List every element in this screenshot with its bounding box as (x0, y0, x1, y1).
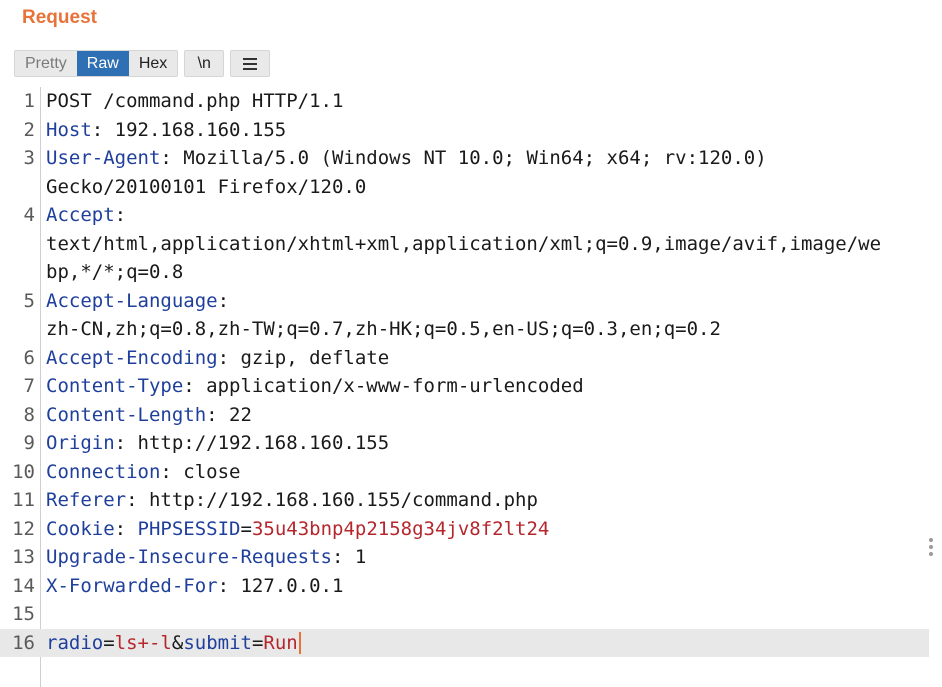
body-param-name: radio (46, 631, 104, 654)
header-value: : http://192.168.160.155 (114, 432, 390, 454)
header-name: Origin (46, 432, 115, 454)
header-value: : http://192.168.160.155/command.php (126, 489, 538, 511)
body-equals: = (103, 631, 115, 654)
header-name: Content-Type (46, 375, 184, 397)
view-mode-tabs: Pretty Raw Hex (14, 50, 179, 77)
cookie-name: PHPSESSID (137, 517, 241, 540)
line-number: 2 (23, 118, 35, 141)
editor-line-wrap: zh-CN,zh;q=0.8,zh-TW;q=0.7,zh-HK;q=0.5,e… (0, 315, 942, 344)
header-separator: : (114, 517, 138, 540)
line-number: 13 (12, 546, 35, 568)
header-value-wrap: bp,*/*;q=0.8 (46, 261, 184, 283)
line-number: 3 (23, 147, 35, 169)
editor-line-wrap: bp,*/*;q=0.8 (0, 258, 942, 287)
header-value: : close (160, 460, 241, 483)
header-name: Accept-Encoding (46, 346, 218, 369)
line-number: 16 (12, 631, 35, 654)
cookie-value: 35u43bnp4p2158g34jv8f2lt24 (251, 517, 550, 540)
editor-line: 10 Connection: close (0, 458, 942, 487)
tab-hex[interactable]: Hex (128, 51, 178, 76)
line-number: 1 (23, 90, 35, 112)
request-editor[interactable]: 1 POST /command.php HTTP/1.1 2 Host: 192… (0, 87, 942, 687)
line-number: 9 (23, 432, 35, 454)
editor-line-wrap: Gecko/20100101 Firefox/120.0 (0, 173, 942, 202)
cookie-equals: = (240, 517, 252, 540)
header-name: Connection (46, 460, 161, 483)
line-number: 15 (12, 603, 35, 625)
body-ampersand: & (171, 631, 184, 654)
header-name: User-Agent (46, 147, 161, 169)
header-value: : gzip, deflate (217, 346, 390, 369)
header-name: Cookie (46, 517, 115, 540)
editor-line-current[interactable]: 16 radio=ls+-l&submit=Run (0, 628, 929, 657)
editor-line: 5 Accept-Language: (0, 287, 942, 316)
line-number: 10 (12, 460, 35, 483)
header-value: : 1 (331, 546, 367, 568)
line-number: 11 (12, 489, 35, 511)
header-name: Host (46, 118, 92, 141)
tab-pretty[interactable]: Pretty (15, 51, 77, 76)
line-number: 7 (23, 375, 35, 397)
body-param-name: submit (183, 631, 252, 654)
text-caret (298, 632, 301, 654)
header-value-wrap: Gecko/20100101 Firefox/120.0 (46, 175, 367, 198)
header-value: : application/x-www-form-urlencoded (183, 375, 584, 397)
header-name: Upgrade-Insecure-Requests (46, 546, 332, 568)
line-number: 6 (23, 346, 35, 369)
body-param-value: Run (263, 631, 298, 654)
editor-line: 15 (0, 600, 942, 629)
header-value: : (217, 289, 230, 312)
editor-line: 8 Content-Length: 22 (0, 401, 942, 430)
line-number: 14 (12, 574, 35, 597)
header-value-wrap: zh-CN,zh;q=0.8,zh-TW;q=0.7,zh-HK;q=0.5,e… (46, 318, 721, 340)
body-param-value: ls+-l (114, 631, 172, 654)
show-newlines-button[interactable]: \n (184, 50, 225, 77)
editor-line-wrap: text/html,application/xhtml+xml,applicat… (0, 230, 942, 259)
header-value: : Mozilla/5.0 (Windows NT 10.0; Win64; x… (160, 147, 767, 169)
editor-line: 12 Cookie: PHPSESSID=35u43bnp4p2158g34jv… (0, 515, 942, 544)
editor-line: 6 Accept-Encoding: gzip, deflate (0, 344, 942, 373)
header-name: Accept (46, 204, 115, 226)
line-number: 5 (23, 289, 35, 312)
header-value: : (114, 204, 127, 226)
header-name: Accept-Language (46, 289, 218, 312)
editor-line: 9 Origin: http://192.168.160.155 (0, 429, 942, 458)
header-value: : 192.168.160.155 (91, 118, 287, 141)
hamburger-menu-icon (243, 55, 258, 73)
line-number: 8 (23, 403, 35, 426)
view-toolbar: Pretty Raw Hex \n (14, 50, 271, 77)
line-number: 4 (23, 204, 35, 226)
editor-line: 3 User-Agent: Mozilla/5.0 (Windows NT 10… (0, 144, 942, 173)
header-name: Referer (46, 489, 127, 511)
editor-line: 4 Accept: (0, 201, 942, 230)
panel-title: Request (22, 7, 97, 28)
editor-line: 1 POST /command.php HTTP/1.1 (0, 87, 942, 116)
tab-raw[interactable]: Raw (76, 51, 129, 76)
header-name: Content-Length (46, 403, 207, 426)
request-line: POST /command.php HTTP/1.1 (46, 90, 344, 112)
editor-line: 2 Host: 192.168.160.155 (0, 116, 942, 145)
body-equals: = (251, 631, 264, 654)
panel-resize-handle[interactable] (929, 535, 935, 559)
options-menu-button[interactable] (230, 50, 271, 77)
line-number: 12 (12, 517, 35, 540)
header-name: X-Forwarded-For (46, 574, 218, 597)
editor-line: 7 Content-Type: application/x-www-form-u… (0, 372, 942, 401)
editor-line: 13 Upgrade-Insecure-Requests: 1 (0, 543, 942, 572)
editor-line: 11 Referer: http://192.168.160.155/comma… (0, 486, 942, 515)
editor-line: 14 X-Forwarded-For: 127.0.0.1 (0, 572, 942, 601)
header-value: : 22 (206, 403, 252, 426)
header-value: : 127.0.0.1 (217, 574, 344, 597)
header-value-wrap: text/html,application/xhtml+xml,applicat… (46, 232, 882, 255)
